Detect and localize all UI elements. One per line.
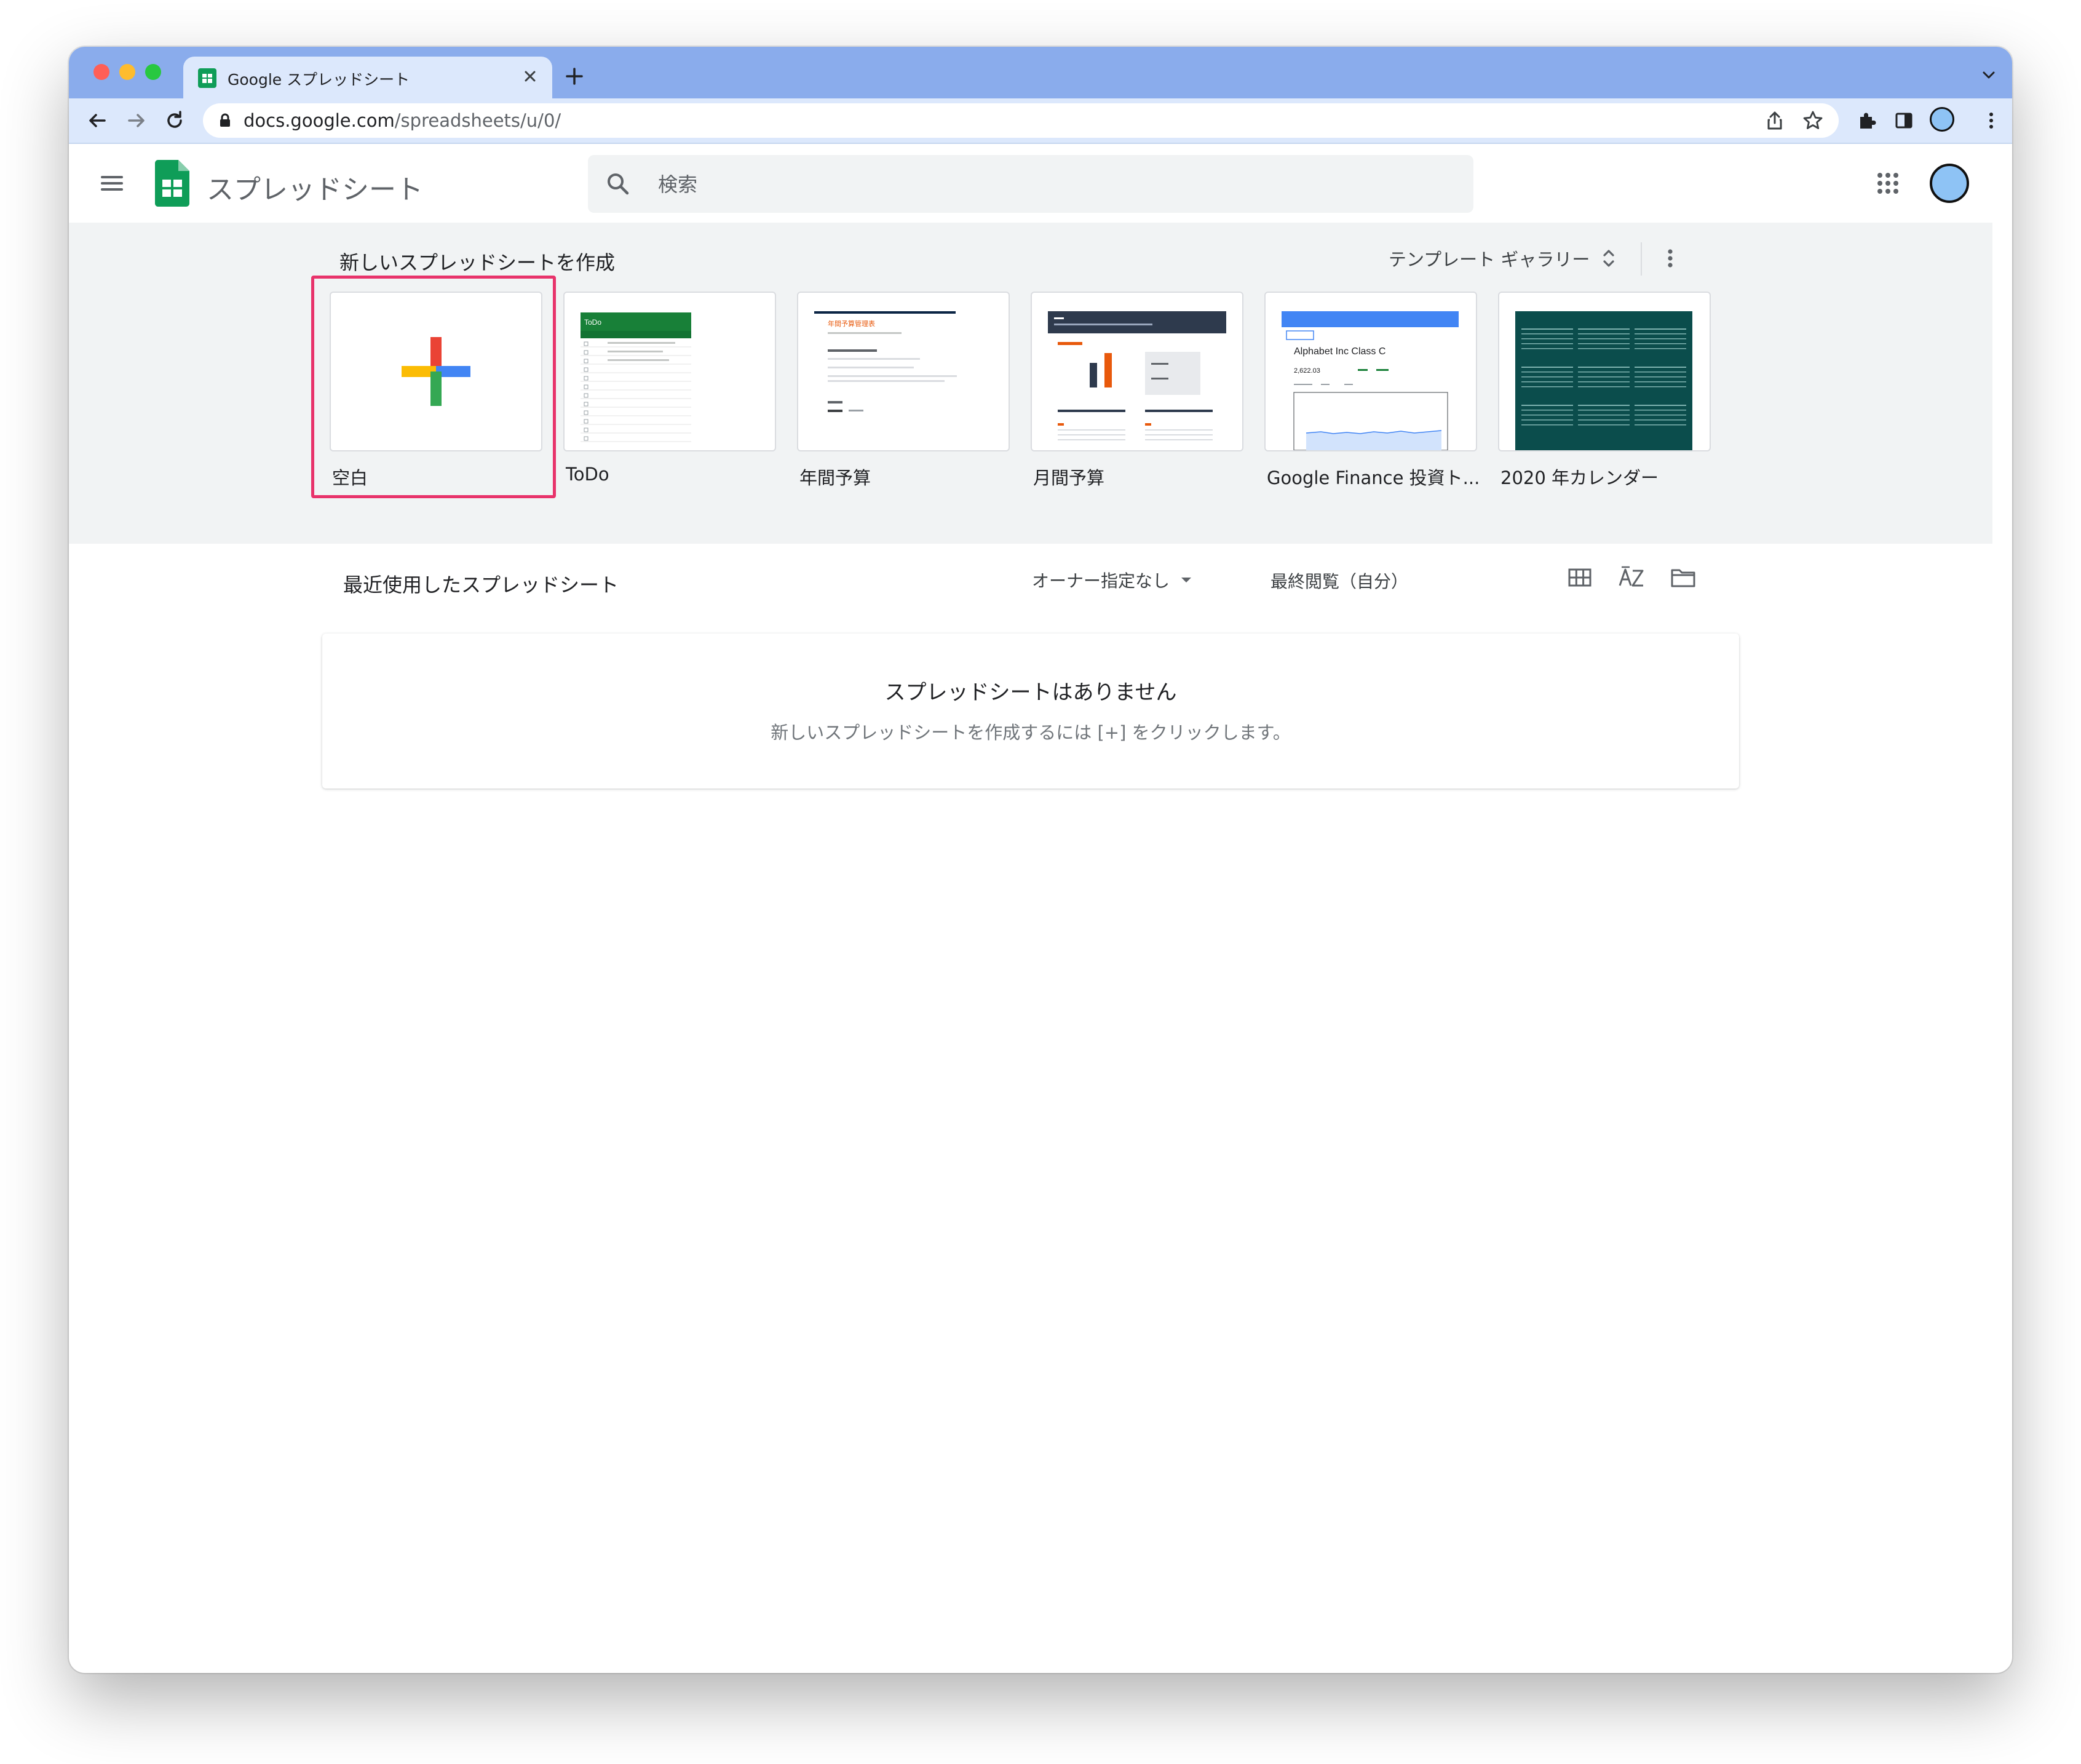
template-section: 新しいスプレッドシートを作成 テンプレート ギャラリー 空白 ToDo ToDo… bbox=[69, 223, 1992, 544]
todo-thumbnail-graphic: ToDo bbox=[581, 312, 691, 442]
browser-window: Google スプレッドシート docs.google.com/spreadsh… bbox=[69, 47, 2012, 1673]
url-host: docs.google.com bbox=[244, 110, 395, 131]
template-thumbnail-monthly-budget[interactable] bbox=[1031, 292, 1243, 451]
template-label: 年間予算 bbox=[799, 467, 871, 488]
account-avatar[interactable] bbox=[1930, 164, 1969, 203]
empty-state-title: スプレッドシートはありません bbox=[884, 680, 1177, 705]
template-section-heading: 新しいスプレッドシートを作成 bbox=[339, 251, 616, 274]
search-icon[interactable] bbox=[604, 170, 632, 198]
browser-toolbar: docs.google.com/spreadsheets/u/0/ bbox=[69, 98, 2012, 144]
back-arrow-icon[interactable] bbox=[85, 108, 109, 133]
template-label: Google Finance 投資ト... bbox=[1267, 467, 1480, 488]
calendar-thumbnail-graphic bbox=[1515, 311, 1692, 450]
close-window-button[interactable] bbox=[93, 64, 109, 80]
annual-budget-thumbnail-graphic: 年間予算管理表 bbox=[814, 311, 957, 412]
browser-tab[interactable]: Google スプレッドシート bbox=[183, 57, 552, 98]
template-label: 月間予算 bbox=[1033, 467, 1105, 488]
search-input[interactable] bbox=[657, 155, 1459, 214]
unfold-chevron-icon bbox=[1603, 250, 1614, 267]
main-menu-hamburger-icon[interactable] bbox=[97, 169, 127, 198]
share-icon[interactable] bbox=[1764, 109, 1786, 132]
last-opened-sort-button[interactable]: 最終閲覧（自分） bbox=[1270, 568, 1408, 593]
bookmark-star-icon[interactable] bbox=[1802, 109, 1824, 132]
template-thumbnail-todo[interactable]: ToDo bbox=[563, 292, 776, 451]
reload-icon[interactable] bbox=[162, 108, 187, 133]
recent-section-title: 最近使用したスプレッドシート bbox=[343, 573, 619, 597]
empty-state-subtitle: 新しいスプレッドシートを作成するには [+] をクリックします。 bbox=[771, 722, 1291, 743]
todo-thumb-title: ToDo bbox=[584, 318, 601, 327]
app-title: スプレッドシート bbox=[207, 174, 423, 205]
url-text: docs.google.com/spreadsheets/u/0/ bbox=[244, 110, 561, 131]
finance-thumb-price: 2,622.03 bbox=[1294, 367, 1320, 375]
sort-az-icon[interactable] bbox=[1616, 562, 1647, 593]
tab-title: Google スプレッドシート bbox=[228, 71, 410, 89]
template-thumbnail-calendar[interactable] bbox=[1498, 292, 1711, 451]
finance-thumbnail-graphic: Alphabet Inc Class C 2,622.03 bbox=[1282, 311, 1459, 450]
tab-strip: Google スプレッドシート bbox=[69, 47, 2012, 98]
template-gallery-label: テンプレート ギャラリー bbox=[1389, 249, 1590, 270]
folder-picker-icon[interactable] bbox=[1668, 562, 1698, 593]
profile-avatar[interactable] bbox=[1930, 107, 1954, 132]
owner-filter-dropdown[interactable]: オーナー指定なし bbox=[1032, 565, 1194, 595]
finance-thumb-stock-name: Alphabet Inc Class C bbox=[1294, 346, 1385, 357]
annual-thumb-title: 年間予算管理表 bbox=[828, 319, 875, 328]
url-path: /spreadsheets/u/0/ bbox=[394, 110, 561, 131]
template-header-divider bbox=[1641, 242, 1642, 276]
google-apps-grid-icon[interactable] bbox=[1874, 170, 1901, 197]
browser-menu-dots-icon[interactable] bbox=[1979, 108, 2004, 133]
template-label: ToDo bbox=[566, 464, 609, 485]
close-tab-icon[interactable] bbox=[519, 65, 541, 87]
new-tab-icon[interactable] bbox=[562, 64, 587, 89]
template-thumbnail-annual-budget[interactable]: 年間予算管理表 bbox=[797, 292, 1010, 451]
monthly-budget-thumbnail-graphic bbox=[1048, 311, 1226, 440]
template-label: 2020 年カレンダー bbox=[1500, 467, 1659, 488]
search-box[interactable] bbox=[588, 155, 1473, 214]
template-more-options-icon[interactable] bbox=[1657, 245, 1684, 272]
address-bar[interactable]: docs.google.com/spreadsheets/u/0/ bbox=[203, 103, 1839, 138]
sheets-favicon-icon bbox=[198, 68, 216, 88]
app-header: スプレッドシート bbox=[69, 144, 2012, 223]
sheets-logo-icon[interactable] bbox=[155, 160, 189, 207]
owner-filter-label: オーナー指定なし bbox=[1032, 571, 1170, 591]
tab-search-chevron-down-icon[interactable] bbox=[1979, 65, 1999, 85]
template-thumbnail-google-finance[interactable]: Alphabet Inc Class C 2,622.03 bbox=[1264, 292, 1477, 451]
forward-arrow-icon[interactable] bbox=[124, 108, 149, 133]
minimize-window-button[interactable] bbox=[119, 64, 135, 80]
blank-template-highlight bbox=[311, 276, 556, 498]
extensions-puzzle-icon[interactable] bbox=[1855, 108, 1879, 133]
grid-view-icon[interactable] bbox=[1564, 562, 1595, 593]
caret-down-icon bbox=[1181, 578, 1192, 582]
zoom-window-button[interactable] bbox=[145, 64, 161, 80]
empty-state-card: スプレッドシートはありません 新しいスプレッドシートを作成するには [+] をク… bbox=[322, 634, 1739, 789]
lock-icon[interactable] bbox=[216, 112, 234, 129]
template-gallery-button[interactable]: テンプレート ギャラリー bbox=[1389, 239, 1619, 278]
side-panel-icon[interactable] bbox=[1892, 108, 1916, 133]
